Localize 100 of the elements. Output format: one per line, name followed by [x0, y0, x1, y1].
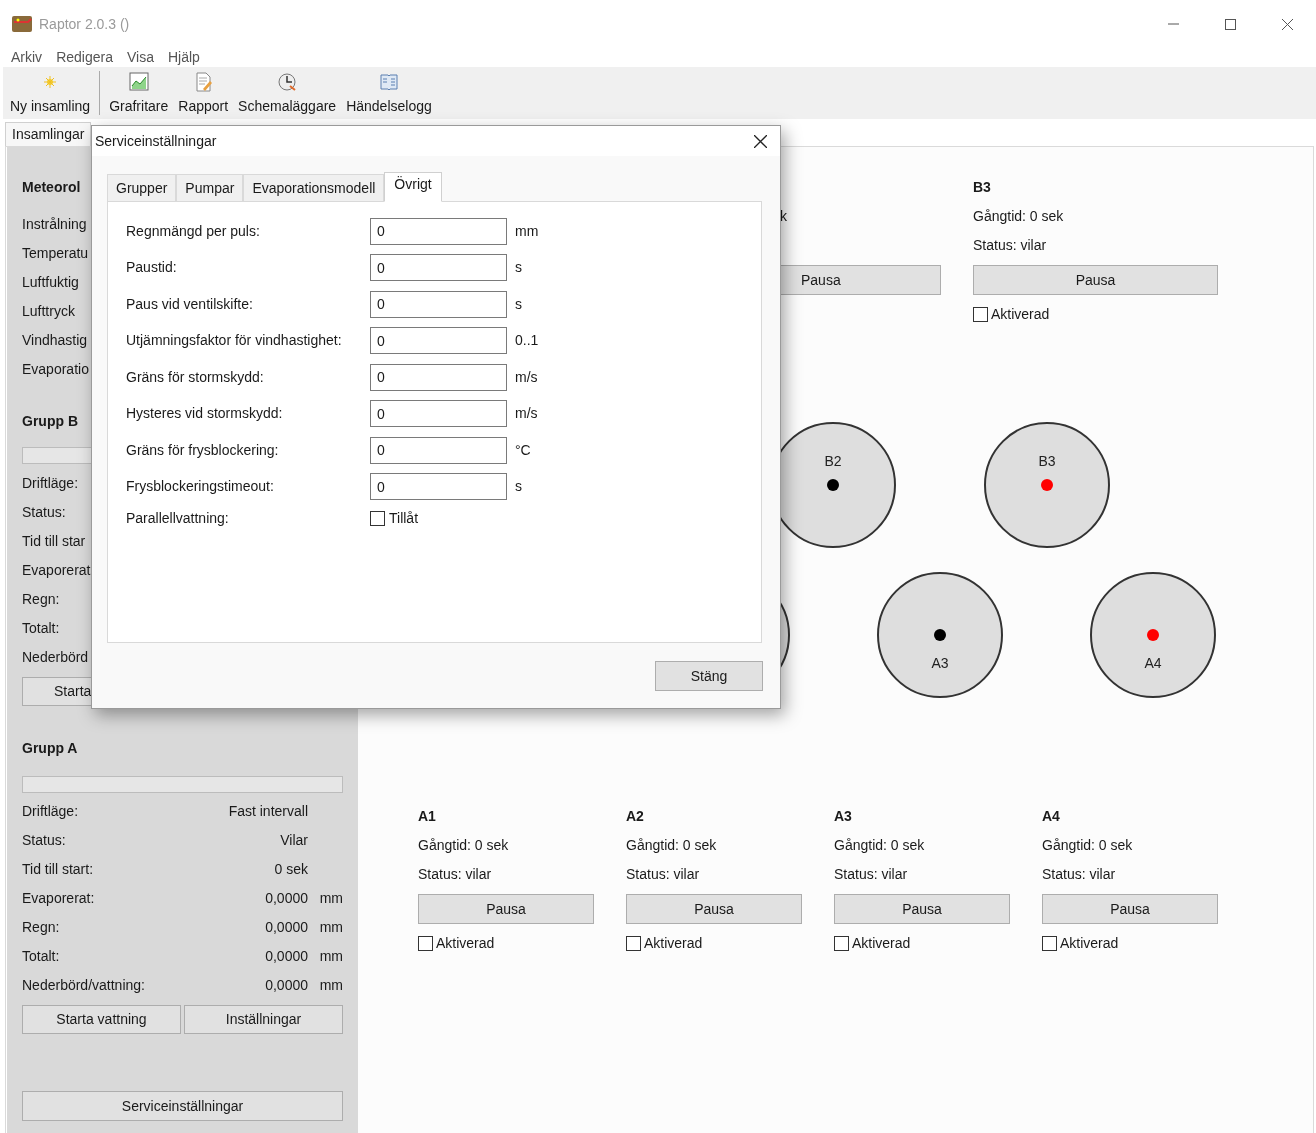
unit-label: mm: [515, 221, 539, 241]
menu-item[interactable]: Hjälp: [160, 47, 207, 68]
unit-label: 0..1: [515, 331, 539, 351]
input-field[interactable]: 0: [370, 436, 507, 464]
field-label: Frysblockeringstimeout:: [126, 478, 274, 495]
status-label: Status: vilar: [1042, 865, 1116, 884]
toolbar-button[interactable]: Ny insamling: [5, 67, 96, 119]
pump-label: A3: [931, 655, 949, 671]
field-label: Driftläge:: [22, 802, 79, 821]
input-field[interactable]: 0: [370, 473, 507, 501]
field-value: 0,0000: [265, 889, 308, 908]
checkbox-label: Aktiverad: [644, 933, 703, 953]
input-field[interactable]: 0: [370, 327, 507, 355]
button[interactable]: Inställningar: [184, 1005, 343, 1034]
pause-button[interactable]: Pausa: [1042, 894, 1218, 924]
pump-label: A4: [1144, 655, 1162, 671]
field-label: Nederbörd: [22, 648, 89, 667]
field-value: 0,0000: [265, 918, 308, 937]
checkbox[interactable]: [834, 935, 849, 951]
field-value: 0,0000: [265, 947, 308, 966]
input-field[interactable]: 0: [370, 254, 507, 282]
close-dialog-button[interactable]: Stäng: [655, 661, 763, 691]
runtime-label: Gångtid: 0 sek: [1042, 836, 1133, 855]
tab[interactable]: Insamlingar: [5, 122, 92, 146]
input-field[interactable]: 0: [370, 400, 507, 428]
section-title: Grupp A: [22, 739, 78, 758]
checkbox-label: Aktiverad: [1060, 933, 1119, 953]
dialog-title: Serviceinställningar: [95, 131, 217, 151]
unit-label: mm: [318, 889, 343, 908]
field-label: Nederbörd/vattning:: [22, 976, 145, 995]
window-title: Raptor 2.0.3 (): [39, 14, 130, 34]
tab[interactable]: Grupper: [107, 174, 177, 201]
menu-item[interactable]: Visa: [119, 47, 161, 68]
close-icon: [1282, 18, 1293, 30]
pause-button[interactable]: Pausa: [626, 894, 802, 924]
pump-title: B3: [973, 178, 991, 197]
input-field[interactable]: 0: [370, 217, 507, 245]
pump-title: A4: [1042, 807, 1060, 826]
unit-label: m/s: [515, 404, 538, 424]
field-label: Tid till start:: [22, 860, 94, 879]
field-label: Hysteres vid stormskydd:: [126, 405, 283, 422]
runtime-label: Gångtid: 0 sek: [973, 207, 1064, 226]
field-value: Vilar: [280, 831, 308, 850]
status-label: Status: vilar: [834, 865, 908, 884]
field-label: Paus vid ventilskifte:: [126, 295, 253, 312]
field-label: Evaporatio: [22, 360, 89, 379]
toolbar-button[interactable]: Schemaläggare: [233, 67, 342, 119]
toolbar-button[interactable]: Grafritare: [104, 67, 174, 119]
unit-label: mm: [318, 918, 343, 937]
status-label: Status: vilar: [626, 865, 700, 884]
checkbox-label: Tillåt: [389, 508, 419, 528]
menu-item[interactable]: Redigera: [49, 47, 120, 68]
book-icon: [378, 72, 399, 92]
section-title: Meteorol: [22, 178, 81, 197]
input-field[interactable]: 0: [370, 290, 507, 318]
checkbox[interactable]: [626, 935, 641, 951]
field-label: Regnmängd per puls:: [126, 222, 260, 239]
input-field[interactable]: 0: [370, 363, 507, 391]
runtime-label: Gångtid: 0 sek: [418, 836, 509, 855]
pump-title: A1: [418, 807, 436, 826]
runtime-label: Gångtid: 0 sek: [626, 836, 717, 855]
field-label: Regn:: [22, 918, 60, 937]
tab[interactable]: Övrigt: [384, 172, 442, 202]
checkbox-label: Aktiverad: [852, 933, 911, 953]
unit-label: mm: [318, 947, 343, 966]
checkbox-label: Aktiverad: [991, 304, 1050, 324]
tab[interactable]: Pumpar: [176, 174, 244, 201]
checkbox[interactable]: [973, 306, 988, 322]
field-label: Vindhastig: [22, 331, 88, 350]
pause-button[interactable]: Pausa: [418, 894, 594, 924]
toolbar-button[interactable]: Rapport: [173, 67, 234, 119]
tab[interactable]: Evaporationsmodell: [243, 174, 385, 201]
pump-label: B2: [824, 453, 842, 469]
field-label: Status:: [22, 503, 66, 522]
field-label: Instrålning: [22, 215, 87, 234]
status-label: Status: vilar: [418, 865, 492, 884]
pause-button[interactable]: Pausa: [834, 894, 1010, 924]
field-label: Driftläge:: [22, 474, 79, 493]
toolbar-button[interactable]: Händelselogg: [341, 67, 437, 119]
checkbox[interactable]: [370, 510, 385, 526]
checkbox[interactable]: [1042, 935, 1057, 951]
field-label: Utjämningsfaktor för vindhastighet:: [126, 332, 342, 349]
field-label: Evaporerat: [22, 561, 91, 580]
button[interactable]: Starta vattning: [22, 1005, 181, 1034]
unit-label: °C: [515, 440, 531, 460]
field-label: Temperatu: [22, 244, 89, 263]
checkbox-label: Aktiverad: [436, 933, 495, 953]
field-value: 0 sek: [274, 860, 308, 879]
field-label: Parallellvattning:: [126, 509, 229, 526]
pause-button[interactable]: Pausa: [973, 265, 1218, 295]
document-pencil-icon: [193, 72, 214, 92]
field-label: Lufttryck: [22, 302, 75, 321]
checkbox[interactable]: [418, 935, 433, 951]
service-settings-button[interactable]: Serviceinställningar: [22, 1091, 343, 1121]
unit-label: mm: [318, 976, 343, 995]
pump-title: A2: [626, 807, 644, 826]
unit-label: s: [515, 294, 522, 314]
field-value: 0,0000: [265, 976, 308, 995]
menu-item[interactable]: Arkiv: [4, 47, 50, 68]
field-label: Totalt:: [22, 619, 60, 638]
